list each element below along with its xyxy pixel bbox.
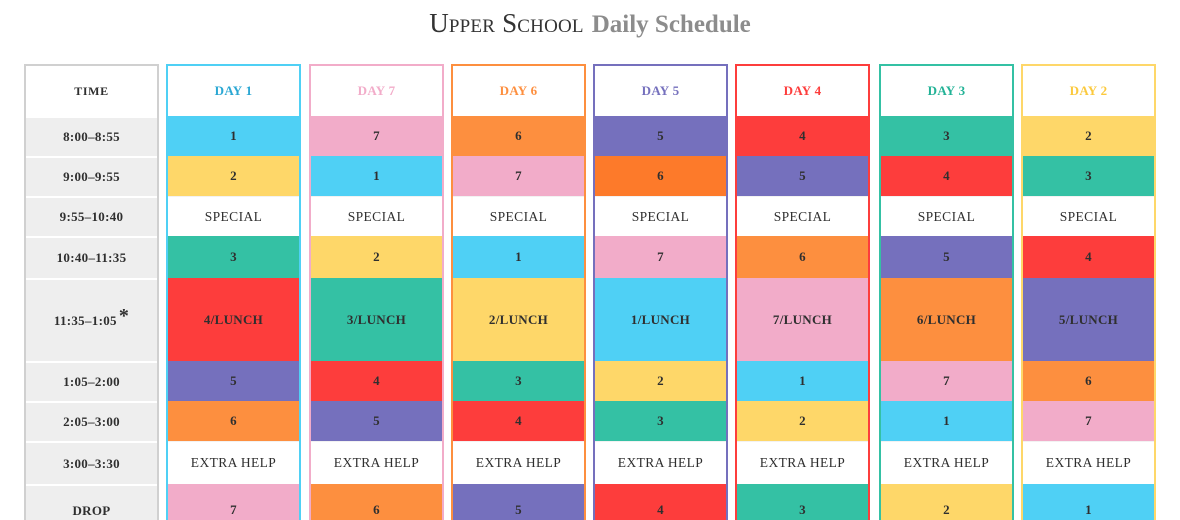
period-cell: 4	[881, 156, 1012, 196]
time-slot: 3:00–3:30	[26, 441, 157, 484]
day-header: DAY 4	[737, 66, 868, 116]
activity-cell: EXTRA HELP	[881, 441, 1012, 484]
period-cell: 4	[1023, 236, 1154, 278]
day-column: DAY 4 4 5 SPECIAL 6 7/LUNCH 1 2 EXTRA HELP 3	[735, 64, 870, 520]
period-cell: 5/LUNCH	[1023, 278, 1154, 361]
page-title-main: Upper School	[429, 8, 584, 38]
activity-cell: EXTRA HELP	[311, 441, 442, 484]
time-slot: 9:55–10:40	[26, 196, 157, 236]
period-cell: 3	[737, 484, 868, 520]
day-header: DAY 7	[311, 66, 442, 116]
period-cell: 1	[1023, 484, 1154, 520]
period-cell: 4	[737, 116, 868, 156]
day-column: DAY 3 3 4 SPECIAL 5 6/LUNCH 7 1 EXTRA HELP 2	[879, 64, 1014, 520]
activity-cell: EXTRA HELP	[453, 441, 584, 484]
period-cell: 3/LUNCH	[311, 278, 442, 361]
period-cell: 4	[453, 401, 584, 441]
period-cell: 5	[737, 156, 868, 196]
period-cell: 6	[737, 236, 868, 278]
period-cell: 4	[311, 361, 442, 401]
activity-cell: EXTRA HELP	[737, 441, 868, 484]
day-header: DAY 3	[881, 66, 1012, 116]
time-slot: 8:00–8:55	[26, 116, 157, 156]
period-cell: 1	[311, 156, 442, 196]
day-column: DAY 1 1 2 SPECIAL 3 4/LUNCH 5 6 EXTRA HELP 7	[166, 64, 301, 520]
time-column: TIME 8:00–8:55 9:00–9:55 9:55–10:40 10:40–11…	[24, 64, 159, 520]
page-title: Upper School Daily Schedule	[0, 8, 1180, 42]
time-slot: 1:05–2:00	[26, 361, 157, 401]
activity-cell: SPECIAL	[737, 196, 868, 236]
activity-cell: EXTRA HELP	[1023, 441, 1154, 484]
period-cell: 6	[453, 116, 584, 156]
time-slot-label: 11:35–1:05	[53, 312, 117, 328]
period-cell: 2	[881, 484, 1012, 520]
activity-cell: SPECIAL	[1023, 196, 1154, 236]
period-cell: 6	[1023, 361, 1154, 401]
period-cell: 2	[311, 236, 442, 278]
period-cell: 6	[311, 484, 442, 520]
time-slot: 11:35–1:05 *	[26, 278, 157, 361]
day-column: DAY 2 2 3 SPECIAL 4 5/LUNCH 6 7 EXTRA HELP 1	[1021, 64, 1156, 520]
day-header: DAY 1	[168, 66, 299, 116]
period-cell: 5	[453, 484, 584, 520]
period-cell: 3	[881, 116, 1012, 156]
lunch-asterisk: *	[118, 305, 130, 327]
period-cell: 4	[595, 484, 726, 520]
period-cell: 2	[595, 361, 726, 401]
day-header: DAY 5	[595, 66, 726, 116]
period-cell: 5	[311, 401, 442, 441]
period-cell: 2	[168, 156, 299, 196]
period-cell: 5	[881, 236, 1012, 278]
period-cell: 3	[595, 401, 726, 441]
period-cell: 1	[881, 401, 1012, 441]
period-cell: 6	[595, 156, 726, 196]
period-cell: 1	[737, 361, 868, 401]
day-header: DAY 2	[1023, 66, 1154, 116]
period-cell: 1/LUNCH	[595, 278, 726, 361]
period-cell: 3	[168, 236, 299, 278]
activity-cell: SPECIAL	[595, 196, 726, 236]
time-slot: 10:40–11:35	[26, 236, 157, 278]
period-cell: 7	[595, 236, 726, 278]
day-column: DAY 7 7 1 SPECIAL 2 3/LUNCH 4 5 EXTRA HELP 6	[309, 64, 444, 520]
period-cell: 5	[595, 116, 726, 156]
activity-cell: SPECIAL	[881, 196, 1012, 236]
activity-cell: EXTRA HELP	[168, 441, 299, 484]
activity-cell: SPECIAL	[453, 196, 584, 236]
period-cell: 7	[168, 484, 299, 520]
period-cell: 5	[168, 361, 299, 401]
period-cell: 6	[168, 401, 299, 441]
period-cell: 7	[881, 361, 1012, 401]
page-title-sub: Daily Schedule	[591, 11, 751, 38]
period-cell: 2	[737, 401, 868, 441]
period-cell: 2	[1023, 116, 1154, 156]
activity-cell: EXTRA HELP	[595, 441, 726, 484]
period-cell: 3	[453, 361, 584, 401]
period-cell: 1	[453, 236, 584, 278]
period-cell: 6/LUNCH	[881, 278, 1012, 361]
period-cell: 7	[453, 156, 584, 196]
period-cell: 3	[1023, 156, 1154, 196]
period-cell: 7	[1023, 401, 1154, 441]
period-cell: 4/LUNCH	[168, 278, 299, 361]
period-cell: 1	[168, 116, 299, 156]
period-cell: 7	[311, 116, 442, 156]
day-column: DAY 6 6 7 SPECIAL 1 2/LUNCH 3 4 EXTRA HELP 5	[451, 64, 586, 520]
period-cell: 2/LUNCH	[453, 278, 584, 361]
time-header: TIME	[26, 66, 157, 116]
activity-cell: SPECIAL	[168, 196, 299, 236]
time-slot: 9:00–9:55	[26, 156, 157, 196]
activity-cell: SPECIAL	[311, 196, 442, 236]
day-column: DAY 5 5 6 SPECIAL 7 1/LUNCH 2 3 EXTRA HELP 4	[593, 64, 728, 520]
period-cell: 7/LUNCH	[737, 278, 868, 361]
time-slot: DROP	[26, 484, 157, 520]
time-slot: 2:05–3:00	[26, 401, 157, 441]
day-header: DAY 6	[453, 66, 584, 116]
